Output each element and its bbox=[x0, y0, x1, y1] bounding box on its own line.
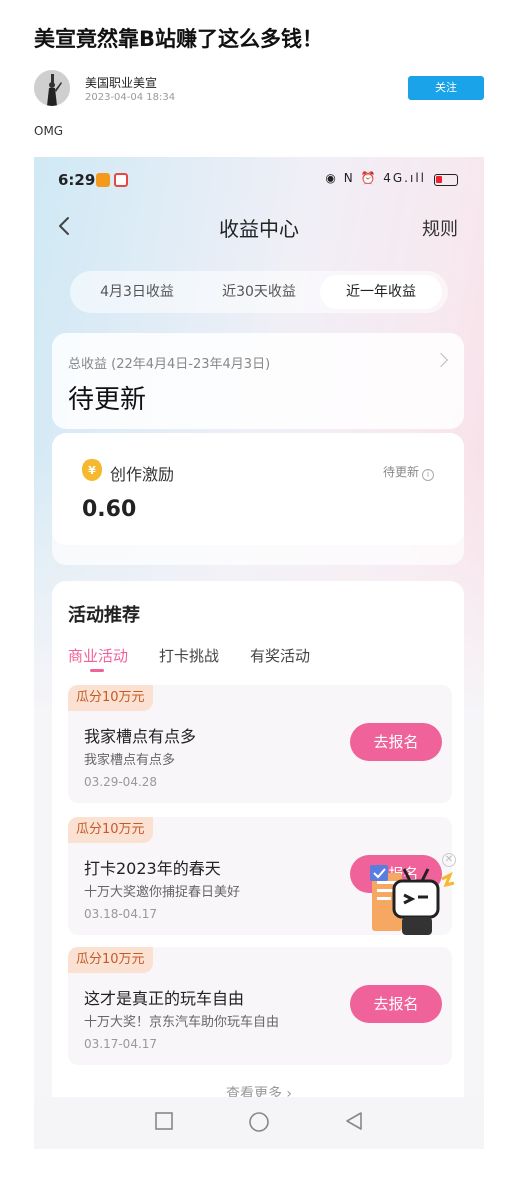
incentive-label: 创作激励 bbox=[110, 465, 175, 484]
author-avatar[interactable] bbox=[34, 70, 70, 106]
embedded-screenshot: 6:29 ◉ N ⏰ 4G.ıll 收益中心 规则 4月3日收益 近30天收益 … bbox=[34, 157, 484, 1097]
tab-prize[interactable]: 有奖活动 bbox=[250, 645, 310, 666]
event-desc: 十万大奖！京东汽车助你玩车自由 bbox=[84, 1015, 280, 1030]
money-bag-icon: ¥ bbox=[82, 459, 102, 481]
incentive-status-text: 待更新 bbox=[382, 465, 419, 479]
event-name: 我家槽点有点多 bbox=[84, 727, 197, 746]
chevron-right-icon bbox=[433, 352, 449, 368]
event-desc: 十万大奖邀你捕捉春日美好 bbox=[84, 885, 241, 900]
period-tabbar: 4月3日收益 近30天收益 近一年收益 bbox=[70, 271, 448, 313]
event-tag: 瓜分10万元 bbox=[68, 947, 153, 973]
event-date: 03.17-04.17 bbox=[84, 1037, 158, 1051]
app-notification-icon bbox=[96, 173, 110, 187]
event-card[interactable]: 瓜分10万元 这才是真正的玩车自由 十万大奖！京东汽车助你玩车自由 03.17-… bbox=[68, 947, 452, 1065]
tab-year[interactable]: 近一年收益 bbox=[320, 275, 442, 309]
incentive-value: 0.60 bbox=[82, 497, 137, 522]
status-icons: ◉ N ⏰ 4G.ıll bbox=[325, 171, 426, 185]
tab-checkin[interactable]: 打卡挑战 bbox=[159, 645, 219, 666]
event-name: 打卡2023年的春天 bbox=[84, 859, 221, 878]
tv-mascot-icon[interactable] bbox=[366, 855, 460, 949]
total-earnings-card[interactable]: 总收益 (22年4月4日-23年4月3日) 待更新 bbox=[52, 333, 464, 429]
rules-link[interactable]: 规则 bbox=[422, 215, 458, 241]
app-notification-icon bbox=[114, 173, 128, 187]
total-earnings-label: 总收益 (22年4月4日-23年4月3日) bbox=[68, 357, 271, 372]
battery-icon bbox=[434, 174, 458, 186]
join-button[interactable]: 去报名 bbox=[350, 723, 442, 761]
tab-business[interactable]: 商业活动 bbox=[68, 645, 128, 666]
event-card[interactable]: 瓜分10万元 我家槽点有点多 我家槽点有点多 03.29-04.28 去报名 bbox=[68, 685, 452, 803]
activities-title: 活动推荐 bbox=[68, 605, 140, 626]
incentive-inner: ¥ 创作激励 待更新 i 0.60 bbox=[52, 433, 464, 545]
post-date: 2023-04-04 18:34 bbox=[85, 92, 176, 103]
event-desc: 我家槽点有点多 bbox=[84, 753, 176, 768]
recent-apps-icon[interactable] bbox=[154, 1111, 174, 1131]
home-icon[interactable] bbox=[248, 1111, 270, 1133]
view-more-link[interactable]: 查看更多 › bbox=[34, 1083, 484, 1097]
active-tab-indicator bbox=[90, 669, 104, 672]
event-date: 03.29-04.28 bbox=[84, 775, 158, 789]
back-nav-icon[interactable] bbox=[344, 1111, 364, 1131]
page-title: 收益中心 bbox=[219, 217, 299, 241]
incentive-status: 待更新 i bbox=[383, 463, 434, 481]
follow-button[interactable]: 关注 bbox=[408, 76, 484, 100]
post-title: 美宣竟然靠B站赚了这么多钱！ bbox=[34, 27, 324, 51]
post-body-text: OMG bbox=[34, 124, 64, 138]
status-time: 6:29 bbox=[58, 171, 96, 189]
event-tag: 瓜分10万元 bbox=[68, 817, 153, 843]
incentive-card: ¥ 创作激励 待更新 i 0.60 bbox=[52, 433, 464, 565]
total-earnings-value: 待更新 bbox=[68, 385, 147, 415]
event-date: 03.18-04.17 bbox=[84, 907, 158, 921]
author-name[interactable]: 美国职业美宣 bbox=[85, 74, 157, 91]
statue-icon bbox=[34, 70, 70, 106]
event-name: 这才是真正的玩车自由 bbox=[84, 989, 245, 1008]
close-icon[interactable]: ✕ bbox=[442, 853, 456, 867]
system-navbar bbox=[34, 1097, 484, 1149]
info-icon[interactable]: i bbox=[422, 469, 434, 481]
join-button[interactable]: 去报名 bbox=[350, 985, 442, 1023]
tab-30-days[interactable]: 近30天收益 bbox=[200, 275, 318, 309]
tab-daily[interactable]: 4月3日收益 bbox=[78, 275, 196, 309]
activities-card: 活动推荐 商业活动 打卡挑战 有奖活动 瓜分10万元 我家槽点有点多 我家槽点有… bbox=[52, 581, 464, 1097]
event-tag: 瓜分10万元 bbox=[68, 685, 153, 711]
